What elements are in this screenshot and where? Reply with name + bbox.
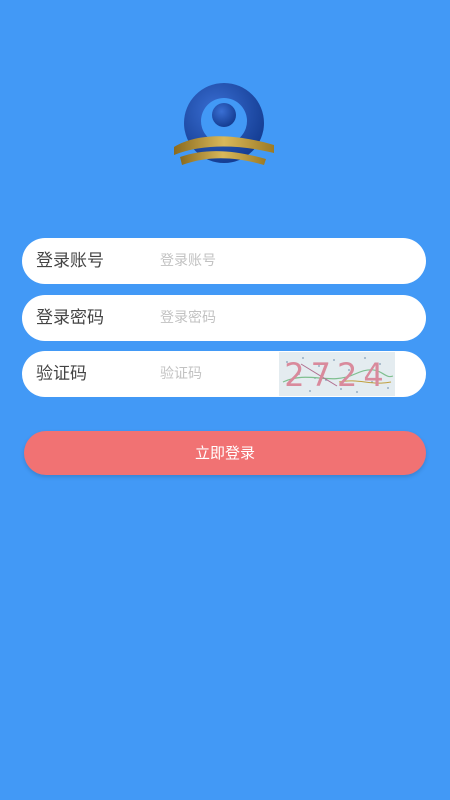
account-field: 登录账号: [22, 238, 426, 284]
captcha-image[interactable]: 2724: [279, 352, 395, 396]
account-input[interactable]: [160, 246, 400, 276]
password-input[interactable]: [160, 303, 400, 333]
app-logo: [170, 83, 278, 173]
account-label: 登录账号: [36, 251, 104, 271]
login-button[interactable]: 立即登录: [24, 431, 426, 475]
captcha-input[interactable]: [160, 359, 270, 389]
captcha-field: 验证码 2724: [22, 351, 426, 397]
password-label: 登录密码: [36, 308, 104, 328]
captcha-text: 2724: [284, 356, 389, 394]
captcha-label: 验证码: [36, 364, 87, 384]
password-field: 登录密码: [22, 295, 426, 341]
